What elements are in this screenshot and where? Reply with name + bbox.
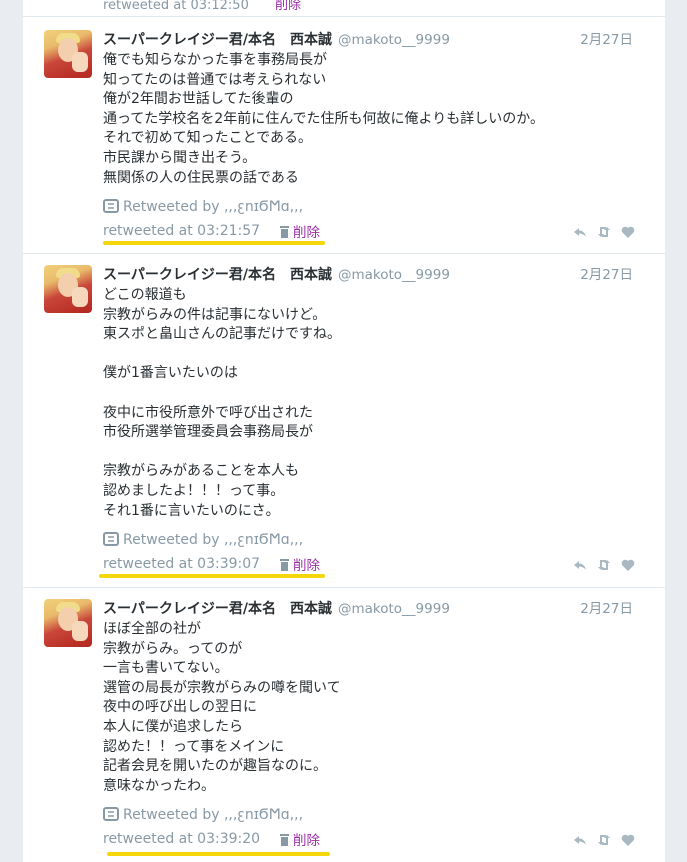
avatar[interactable] [44,30,92,78]
retweeted-by-label: Retweeted by ,,,ꜫnɪϬϺɑ,,, [123,532,304,548]
user-handle[interactable]: @makoto__9999 [338,267,450,283]
reply-icon[interactable] [573,558,587,572]
retweeted-by: Retweeted by ,,,ꜫnɪϬϺɑ,,, [103,199,303,215]
user-handle[interactable]: @makoto__9999 [338,601,450,617]
retweet-icon [103,807,119,821]
tweet-header: スーパークレイジー君/本名 西本誠 @makoto__9999 [103,265,450,285]
separator [23,16,665,17]
like-icon[interactable] [621,833,635,847]
tweet-header: スーパークレイジー君/本名 西本誠 @makoto__9999 [103,599,450,619]
like-icon[interactable] [621,558,635,572]
tweet-text: 俺でも知らなかった事を事務局長が 知ってたのは普通では考えられない 俺が2年間お… [103,52,544,186]
retweeted-by-label: Retweeted by ,,,ꜫnɪϬϺɑ,,, [123,807,304,823]
previous-retweeted-at: retweeted at 03:12:50 [103,0,249,13]
reply-icon[interactable] [573,833,587,847]
retweeted-at: retweeted at 03:39:07 [103,556,261,572]
avatar[interactable] [44,265,92,313]
tweet-text: どこの報道も 宗教がらみの件は記事にないけど。 東スポと畠山さんの記事だけですね… [103,287,341,519]
retweeted-by-label: Retweeted by ,,,ꜫnɪϬϺɑ,,, [123,199,304,215]
retweet-icon[interactable] [597,558,611,572]
separator [23,587,665,588]
user-name[interactable]: スーパークレイジー君/本名 西本誠 [103,267,332,283]
user-name[interactable]: スーパークレイジー君/本名 西本誠 [103,601,332,617]
avatar[interactable] [44,599,92,647]
previous-tweet-footer: retweeted at 03:12:50 削除 [103,0,301,13]
tweet-actions [573,558,635,572]
delete-label[interactable]: 削除 [293,833,320,849]
delete-label[interactable]: 削除 [293,225,320,241]
retweet-icon [103,532,119,546]
highlight-underline [107,852,330,856]
tweet-text: ほぼ全部の社が 宗教がらみ。ってのが 一言も書いてない。 選管の局長が宗教がらみ… [103,621,341,794]
tweet-header: スーパークレイジー君/本名 西本誠 @makoto__9999 [103,30,450,50]
like-icon[interactable] [621,225,635,239]
trash-icon [280,834,289,846]
retweeted-by: Retweeted by ,,,ꜫnɪϬϺɑ,,, [103,807,303,823]
timeline-panel: retweeted at 03:12:50 削除 スーパークレイジー君/本名 西… [23,0,665,862]
retweeted-at: retweeted at 03:39:20 [103,831,261,847]
trash-icon [280,559,289,571]
tweet-date[interactable]: 2月27日 [580,265,633,285]
reply-icon[interactable] [573,225,587,239]
tweet-actions [573,225,635,239]
delete-label[interactable]: 削除 [293,558,320,574]
separator [23,253,665,254]
retweet-icon [103,199,119,213]
retweeted-by: Retweeted by ,,,ꜫnɪϬϺɑ,,, [103,532,303,548]
user-name[interactable]: スーパークレイジー君/本名 西本誠 [103,32,332,48]
retweeted-at: retweeted at 03:21:57 [103,223,261,239]
tweet-actions [573,833,635,847]
highlight-underline [99,574,325,578]
highlight-underline [103,241,325,245]
tweet-date[interactable]: 2月27日 [580,30,633,50]
delete-link[interactable]: 削除 [279,554,320,574]
retweet-icon[interactable] [597,833,611,847]
delete-link[interactable]: 削除 [279,829,320,849]
tweet-date[interactable]: 2月27日 [580,599,633,619]
previous-delete-link[interactable]: 削除 [275,0,301,13]
trash-icon [280,226,289,238]
delete-link[interactable]: 削除 [279,221,320,241]
user-handle[interactable]: @makoto__9999 [338,32,450,48]
retweet-icon[interactable] [597,225,611,239]
